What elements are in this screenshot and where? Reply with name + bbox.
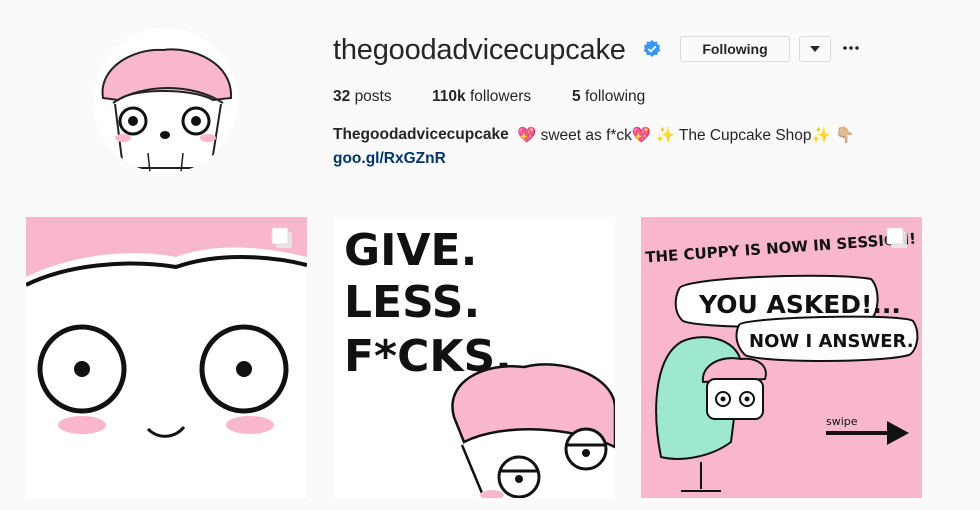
- post-2-line-2: LESS.: [344, 277, 480, 328]
- suggestions-dropdown-button[interactable]: [799, 36, 831, 62]
- profile-username: thegoodadvicecupcake: [333, 34, 626, 66]
- give-less-illustration: GIVE. LESS. F*CKS.: [334, 217, 615, 498]
- post-tile-1[interactable]: [26, 217, 307, 498]
- followers-label: followers: [469, 88, 532, 105]
- post-3-swipe: swipe: [826, 415, 858, 428]
- bio-text: 💖 sweet as f*ck💖 ✨ The Cupcake Shop✨ 👇🏼: [517, 127, 855, 144]
- verified-badge-icon: [642, 39, 662, 59]
- following-count: 5: [572, 88, 581, 105]
- following-label: following: [584, 88, 646, 105]
- post-tile-2[interactable]: GIVE. LESS. F*CKS.: [334, 217, 615, 498]
- post-2-line-1: GIVE.: [344, 225, 477, 276]
- more-options-icon[interactable]: [841, 38, 861, 58]
- multiple-posts-icon: [886, 227, 908, 249]
- posts-count: 32: [333, 88, 351, 105]
- cupcake-face-illustration: [26, 217, 307, 498]
- bio-link[interactable]: goo.gl/RxGZnR: [333, 150, 446, 168]
- post-tile-3[interactable]: THE CUPPY IS NOW IN SESSION! YOU ASKED!.…: [641, 217, 922, 498]
- post-3-line-1: YOU ASKED!...: [698, 290, 901, 319]
- following-stat[interactable]: 5 following: [572, 88, 645, 106]
- chevron-down-icon: [810, 46, 820, 52]
- multiple-posts-icon: [271, 227, 293, 249]
- bio-full-name: Thegoodadvicecupcake: [333, 126, 509, 143]
- followers-count: 110k: [432, 88, 466, 105]
- cupcake-avatar-illustration: [93, 28, 238, 173]
- post-3-line-2: NOW I ANSWER.: [749, 331, 914, 352]
- following-button[interactable]: Following: [680, 36, 790, 62]
- posts-label: posts: [354, 88, 392, 105]
- profile-avatar[interactable]: [93, 28, 238, 173]
- followers-stat[interactable]: 110k followers: [432, 88, 531, 106]
- posts-stat: 32 posts: [333, 88, 392, 106]
- cuppy-session-illustration: THE CUPPY IS NOW IN SESSION! YOU ASKED!.…: [641, 217, 922, 498]
